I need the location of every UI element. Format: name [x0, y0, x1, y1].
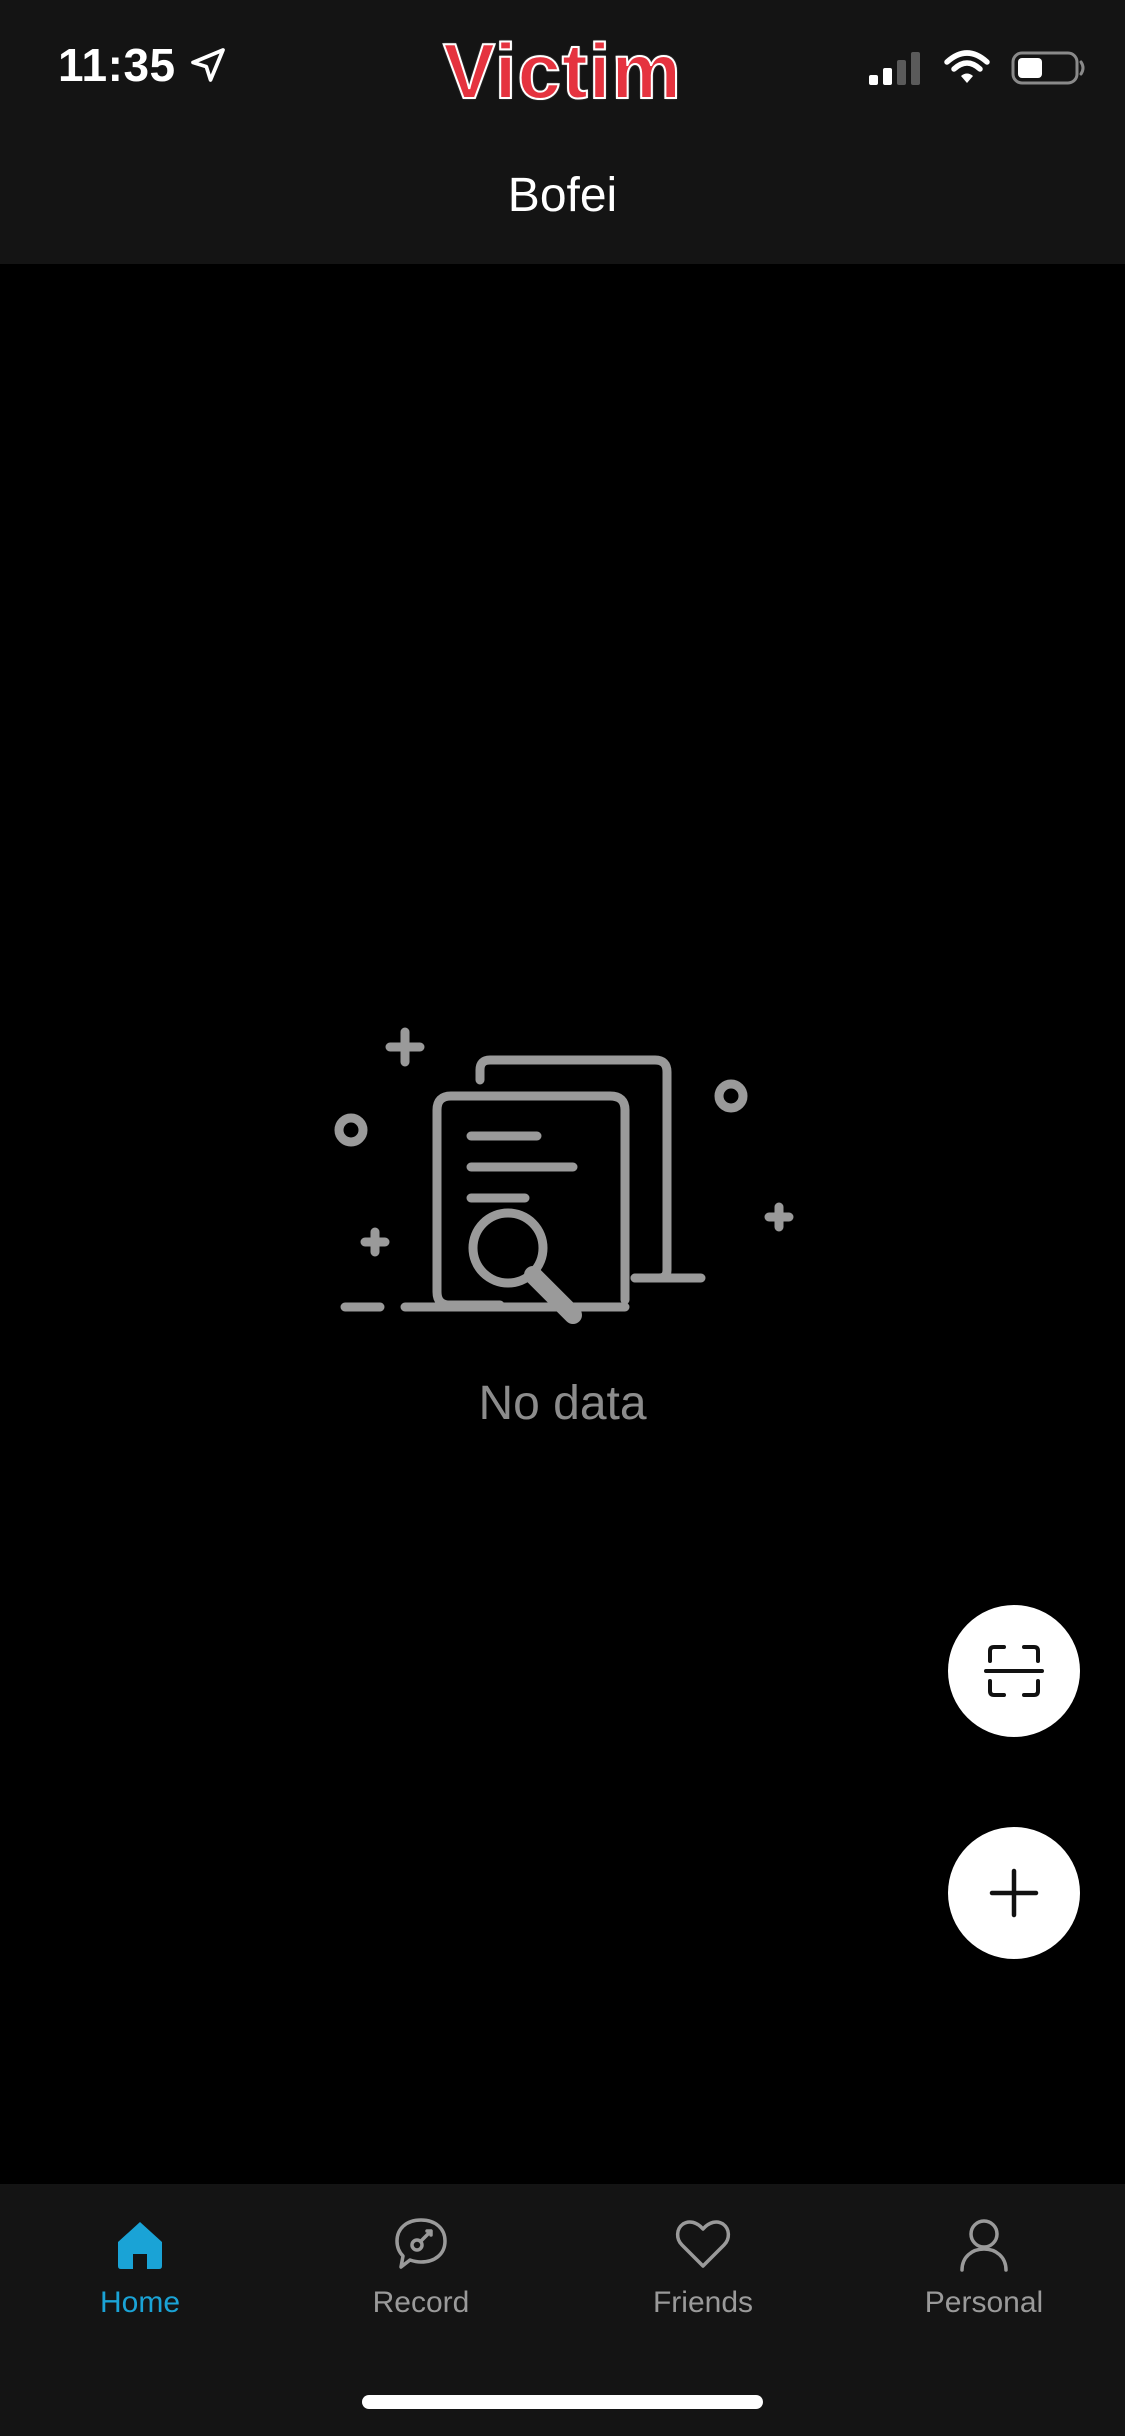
top-area: 11:35 Victim Bofei: [0, 0, 1125, 264]
tab-home-label: Home: [99, 2286, 181, 2319]
cellular-signal-icon: [869, 52, 920, 85]
empty-state-text: No data: [478, 1377, 647, 1430]
battery-icon: [1011, 51, 1085, 85]
tab-record-label: Record: [372, 2286, 470, 2319]
scan-icon: [984, 1645, 1044, 1697]
tab-record[interactable]: Record: [321, 2214, 521, 2334]
tab-bar: Home Record Friends Personal: [0, 2184, 1125, 2436]
scan-button[interactable]: [948, 1605, 1080, 1737]
home-indicator: [362, 2395, 763, 2409]
plus-icon: [989, 1868, 1039, 1918]
tab-personal[interactable]: Personal: [884, 2214, 1084, 2334]
heart-icon: [675, 2220, 731, 2268]
tab-home[interactable]: Home: [40, 2214, 240, 2334]
status-icons: [867, 50, 1087, 86]
empty-state: No data: [0, 1000, 1125, 1460]
document-search-icon: [334, 1027, 794, 1324]
page-title: Bofei: [507, 169, 618, 222]
wifi-icon: [944, 50, 990, 83]
tab-friends[interactable]: Friends: [603, 2214, 803, 2334]
person-icon: [960, 2219, 1008, 2272]
status-bar: 11:35 Victim: [0, 0, 1125, 132]
record-icon: [395, 2218, 447, 2269]
add-button[interactable]: [948, 1827, 1080, 1959]
tab-friends-label: Friends: [652, 2286, 754, 2319]
home-icon: [118, 2222, 162, 2269]
tab-personal-label: Personal: [924, 2286, 1044, 2319]
